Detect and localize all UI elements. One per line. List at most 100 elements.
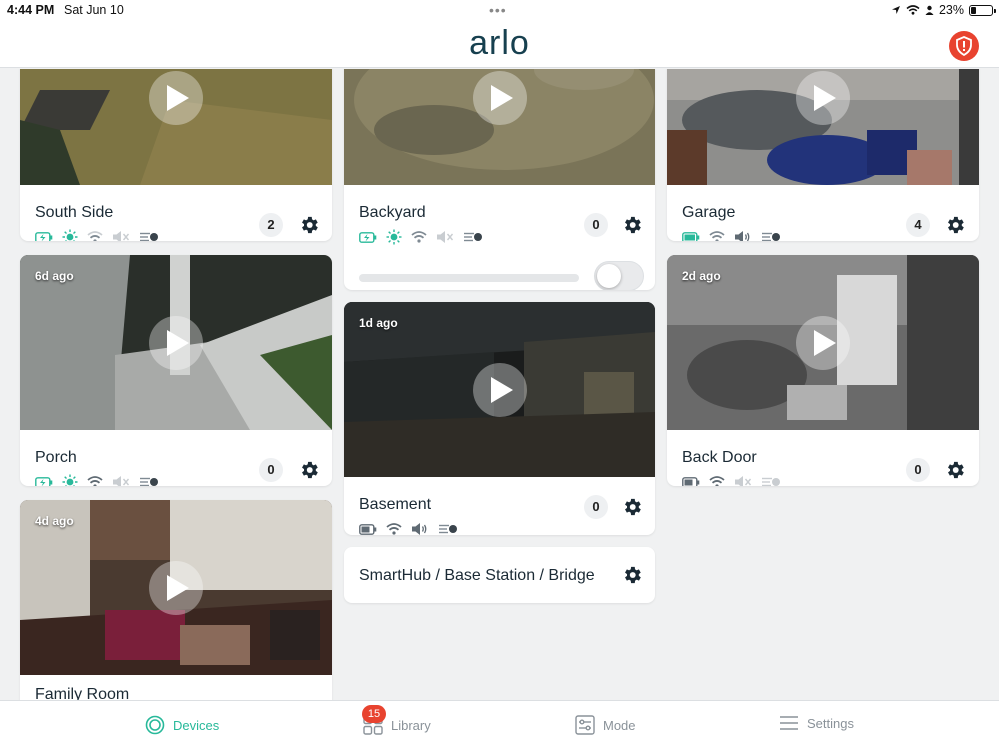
battery-icon [359,523,377,535]
wifi-icon [87,476,103,486]
arlo-logo: arlo [469,24,530,62]
play-icon[interactable] [796,70,850,125]
gear-icon[interactable] [621,496,643,518]
camera-thumbnail[interactable]: 1d ago [344,302,655,477]
clip-count-badge: 0 [259,458,283,482]
camera-name: Back Door [682,449,757,466]
wifi-icon [709,231,725,241]
play-icon[interactable] [149,315,203,370]
app-header: arlo [0,20,999,68]
camera-name: Porch [35,449,77,466]
status-icons [682,474,781,486]
tab-label: Settings [807,715,854,731]
menu-icon [780,716,798,730]
gear-icon[interactable] [621,564,643,586]
play-icon[interactable] [472,70,527,125]
camera-name: Garage [682,204,736,221]
wifi-icon [87,231,103,241]
motion-sensor-icon [762,232,780,241]
play-icon[interactable] [472,362,527,417]
camera-thumbnail[interactable]: 4d ago [20,500,332,675]
tab-label: Library [391,717,431,733]
clip-count-badge: 2 [259,213,283,237]
wifi-status-icon [906,5,920,15]
status-time: 4:44 PM [7,3,55,17]
status-icons [359,521,458,535]
camera-name: Backyard [359,204,426,221]
location-arrow-icon [891,6,900,14]
battery-charging-icon [35,231,53,241]
camera-thumbnail[interactable] [20,69,332,185]
play-icon[interactable] [149,70,203,125]
shield-alert-icon[interactable] [949,31,979,61]
camera-card-backyard[interactable]: Backyard 0 [344,69,655,290]
camera-card-family-room[interactable]: 4d ago Family Room [20,500,332,700]
battery-icon [969,4,996,16]
status-icons [35,474,159,486]
camera-thumbnail[interactable] [344,69,655,185]
camera-name: Family Room [35,686,130,700]
camera-thumbnail[interactable]: 2d ago [667,255,979,430]
tab-label: Devices [173,717,220,733]
wifi-icon [411,231,427,243]
battery-percent: 23% [938,3,964,17]
tab-bar: Devices Library 15 Mode Settings [0,700,999,749]
smarthub-label: SmartHub / Base Station / Bridge [359,567,595,584]
play-icon[interactable] [149,560,203,615]
status-indicators: 23% [891,3,996,17]
person-status-icon [925,5,934,15]
clip-count-badge: 4 [906,213,930,237]
camera-thumbnail[interactable]: 6d ago [20,255,332,430]
speaker-muted-icon [113,231,130,241]
camera-name: Basement [359,496,432,513]
device-grid[interactable]: South Side 2 Backyard 0 Garage 4 6d ago … [0,69,999,700]
tab-label: Mode [603,717,636,733]
status-bar: 4:44 PM Sat Jun 10 ••• 23% [0,0,999,20]
last-seen-label: 1d ago [359,316,398,330]
motion-sensor-icon [439,524,457,534]
camera-card-garage[interactable]: Garage 4 [667,69,979,241]
clip-count-badge: 0 [584,495,608,519]
progress-slider[interactable] [359,274,579,282]
camera-name: South Side [35,204,114,221]
wifi-icon [386,523,402,535]
camera-card-back-door[interactable]: 2d ago Back Door 0 [667,255,979,486]
speaker-muted-icon [113,476,130,486]
speaker-icon [735,231,750,241]
battery-charged-icon [682,231,700,241]
tab-settings[interactable]: Settings [779,715,854,731]
camera-card-basement[interactable]: 1d ago Basement 0 [344,302,655,535]
camera-thumbnail[interactable] [667,69,979,185]
last-seen-label: 6d ago [35,269,74,283]
multitasking-dots[interactable]: ••• [489,2,507,18]
play-icon[interactable] [796,315,850,370]
camera-toggle[interactable] [594,261,644,290]
camera-card-porch[interactable]: 6d ago Porch 0 [20,255,332,486]
last-seen-label: 4d ago [35,514,74,528]
tab-devices[interactable]: Devices [145,715,219,735]
motion-sensor-off-icon [762,477,780,486]
battery-icon [682,476,700,486]
gear-icon[interactable] [298,459,320,481]
clip-count-badge: 0 [584,213,608,237]
tab-mode[interactable]: Mode [575,715,636,735]
last-seen-label: 2d ago [682,269,721,283]
battery-charging-icon [359,231,377,243]
gear-icon[interactable] [621,214,643,236]
gear-icon[interactable] [944,459,966,481]
smarthub-card[interactable]: SmartHub / Base Station / Bridge [344,547,655,603]
wifi-icon [709,476,725,486]
clip-count-badge: 0 [906,458,930,482]
speaker-muted-icon [735,476,752,486]
gear-icon[interactable] [298,214,320,236]
library-badge: 15 [362,705,386,723]
gear-icon[interactable] [944,214,966,236]
battery-charging-icon [35,476,53,486]
sun-icon [386,229,402,245]
sun-icon [62,474,78,486]
motion-sensor-icon [464,232,482,242]
speaker-muted-icon [437,231,454,243]
status-icons [682,229,781,241]
devices-icon [145,715,165,735]
camera-card-south-side[interactable]: South Side 2 [20,69,332,241]
